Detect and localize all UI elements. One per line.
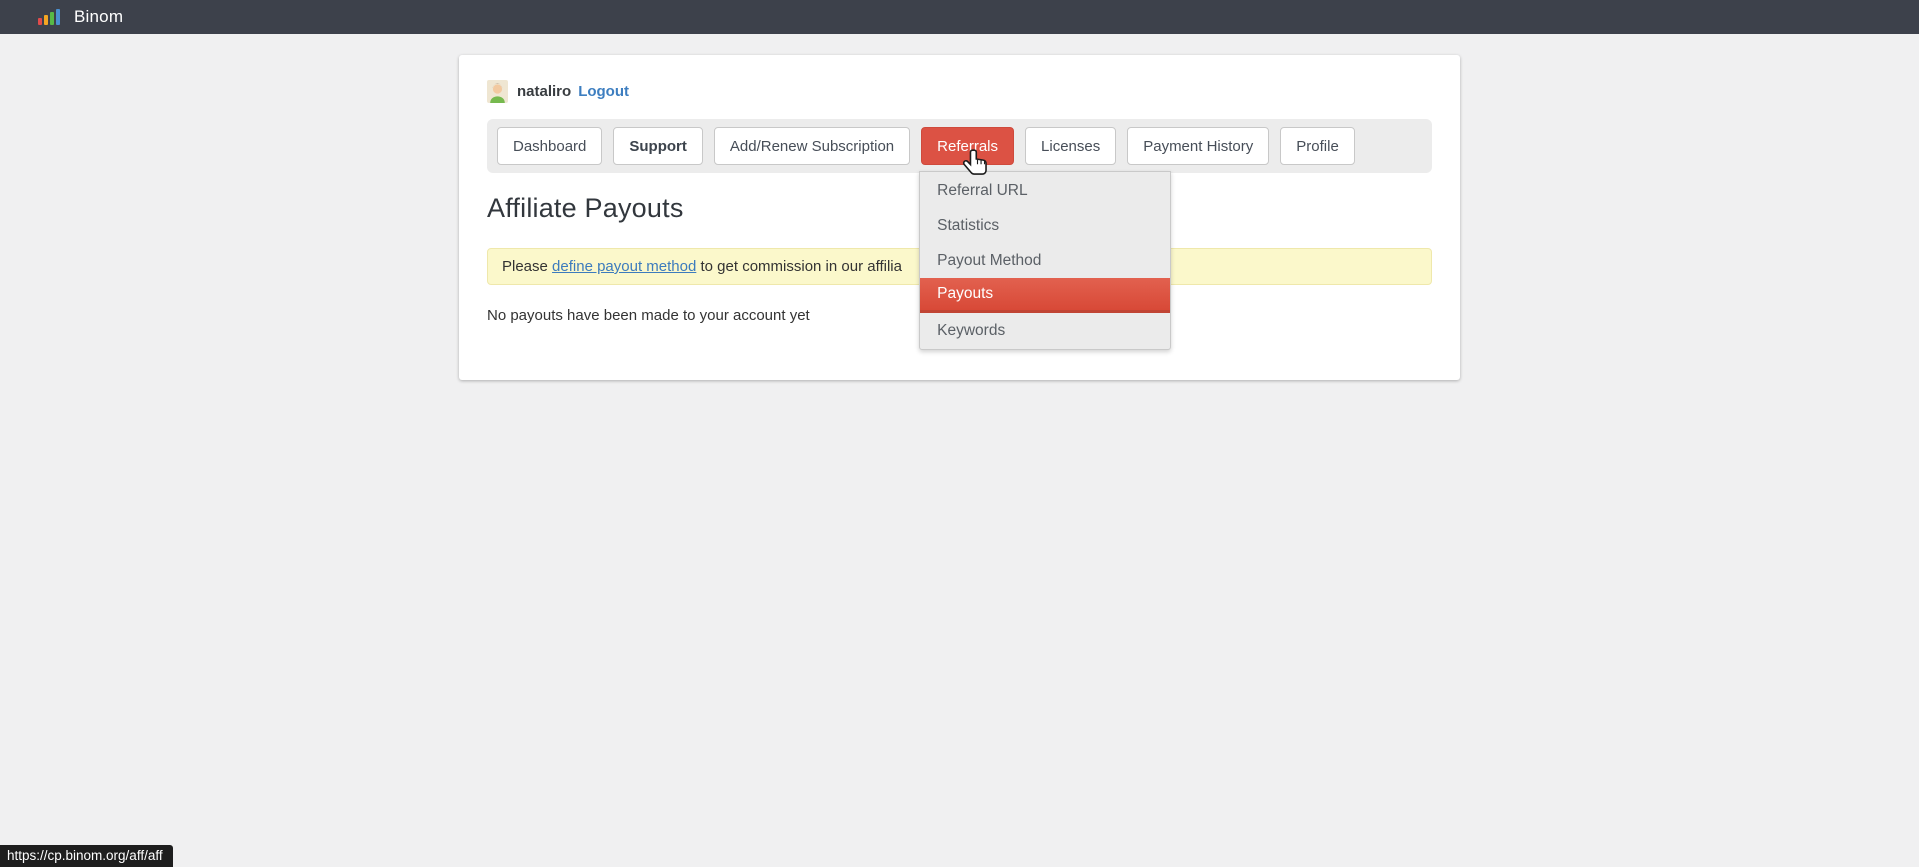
- person-avatar-icon: [487, 80, 508, 103]
- logout-link[interactable]: Logout: [578, 83, 629, 100]
- tab-referrals-wrap: Referrals Referral URL Statistics Payout…: [921, 127, 1014, 165]
- status-url-tooltip: https://cp.binom.org/aff/aff: [0, 845, 173, 867]
- tab-licenses[interactable]: Licenses: [1025, 127, 1116, 165]
- binom-logo[interactable]: Binom: [38, 7, 123, 27]
- tab-dashboard[interactable]: Dashboard: [497, 127, 602, 165]
- notice-text-prefix: Please: [502, 258, 552, 275]
- main-card: nataliro Logout Dashboard Support Add/Re…: [459, 55, 1460, 380]
- tab-profile[interactable]: Profile: [1280, 127, 1355, 165]
- nav-tabs: Dashboard Support Add/Renew Subscription…: [487, 119, 1432, 173]
- username: nataliro: [517, 83, 571, 100]
- user-row: nataliro Logout: [487, 78, 1432, 104]
- brand-name: Binom: [74, 7, 123, 27]
- menu-item-payouts[interactable]: Payouts: [920, 278, 1170, 313]
- define-payout-method-link[interactable]: define payout method: [552, 258, 696, 275]
- referrals-dropdown-menu: Referral URL Statistics Payout Method Pa…: [919, 171, 1171, 350]
- menu-item-payout-method[interactable]: Payout Method: [920, 243, 1170, 278]
- tab-support[interactable]: Support: [613, 127, 703, 165]
- menu-item-referral-url[interactable]: Referral URL: [920, 173, 1170, 208]
- tab-payment-history[interactable]: Payment History: [1127, 127, 1269, 165]
- notice-text-suffix: to get commission in our affilia: [696, 258, 902, 275]
- tab-referrals[interactable]: Referrals: [921, 127, 1014, 165]
- top-bar: Binom: [0, 0, 1919, 34]
- menu-item-statistics[interactable]: Statistics: [920, 208, 1170, 243]
- bar-chart-icon: [38, 9, 60, 25]
- tab-add-renew-subscription[interactable]: Add/Renew Subscription: [714, 127, 910, 165]
- menu-item-keywords[interactable]: Keywords: [920, 313, 1170, 348]
